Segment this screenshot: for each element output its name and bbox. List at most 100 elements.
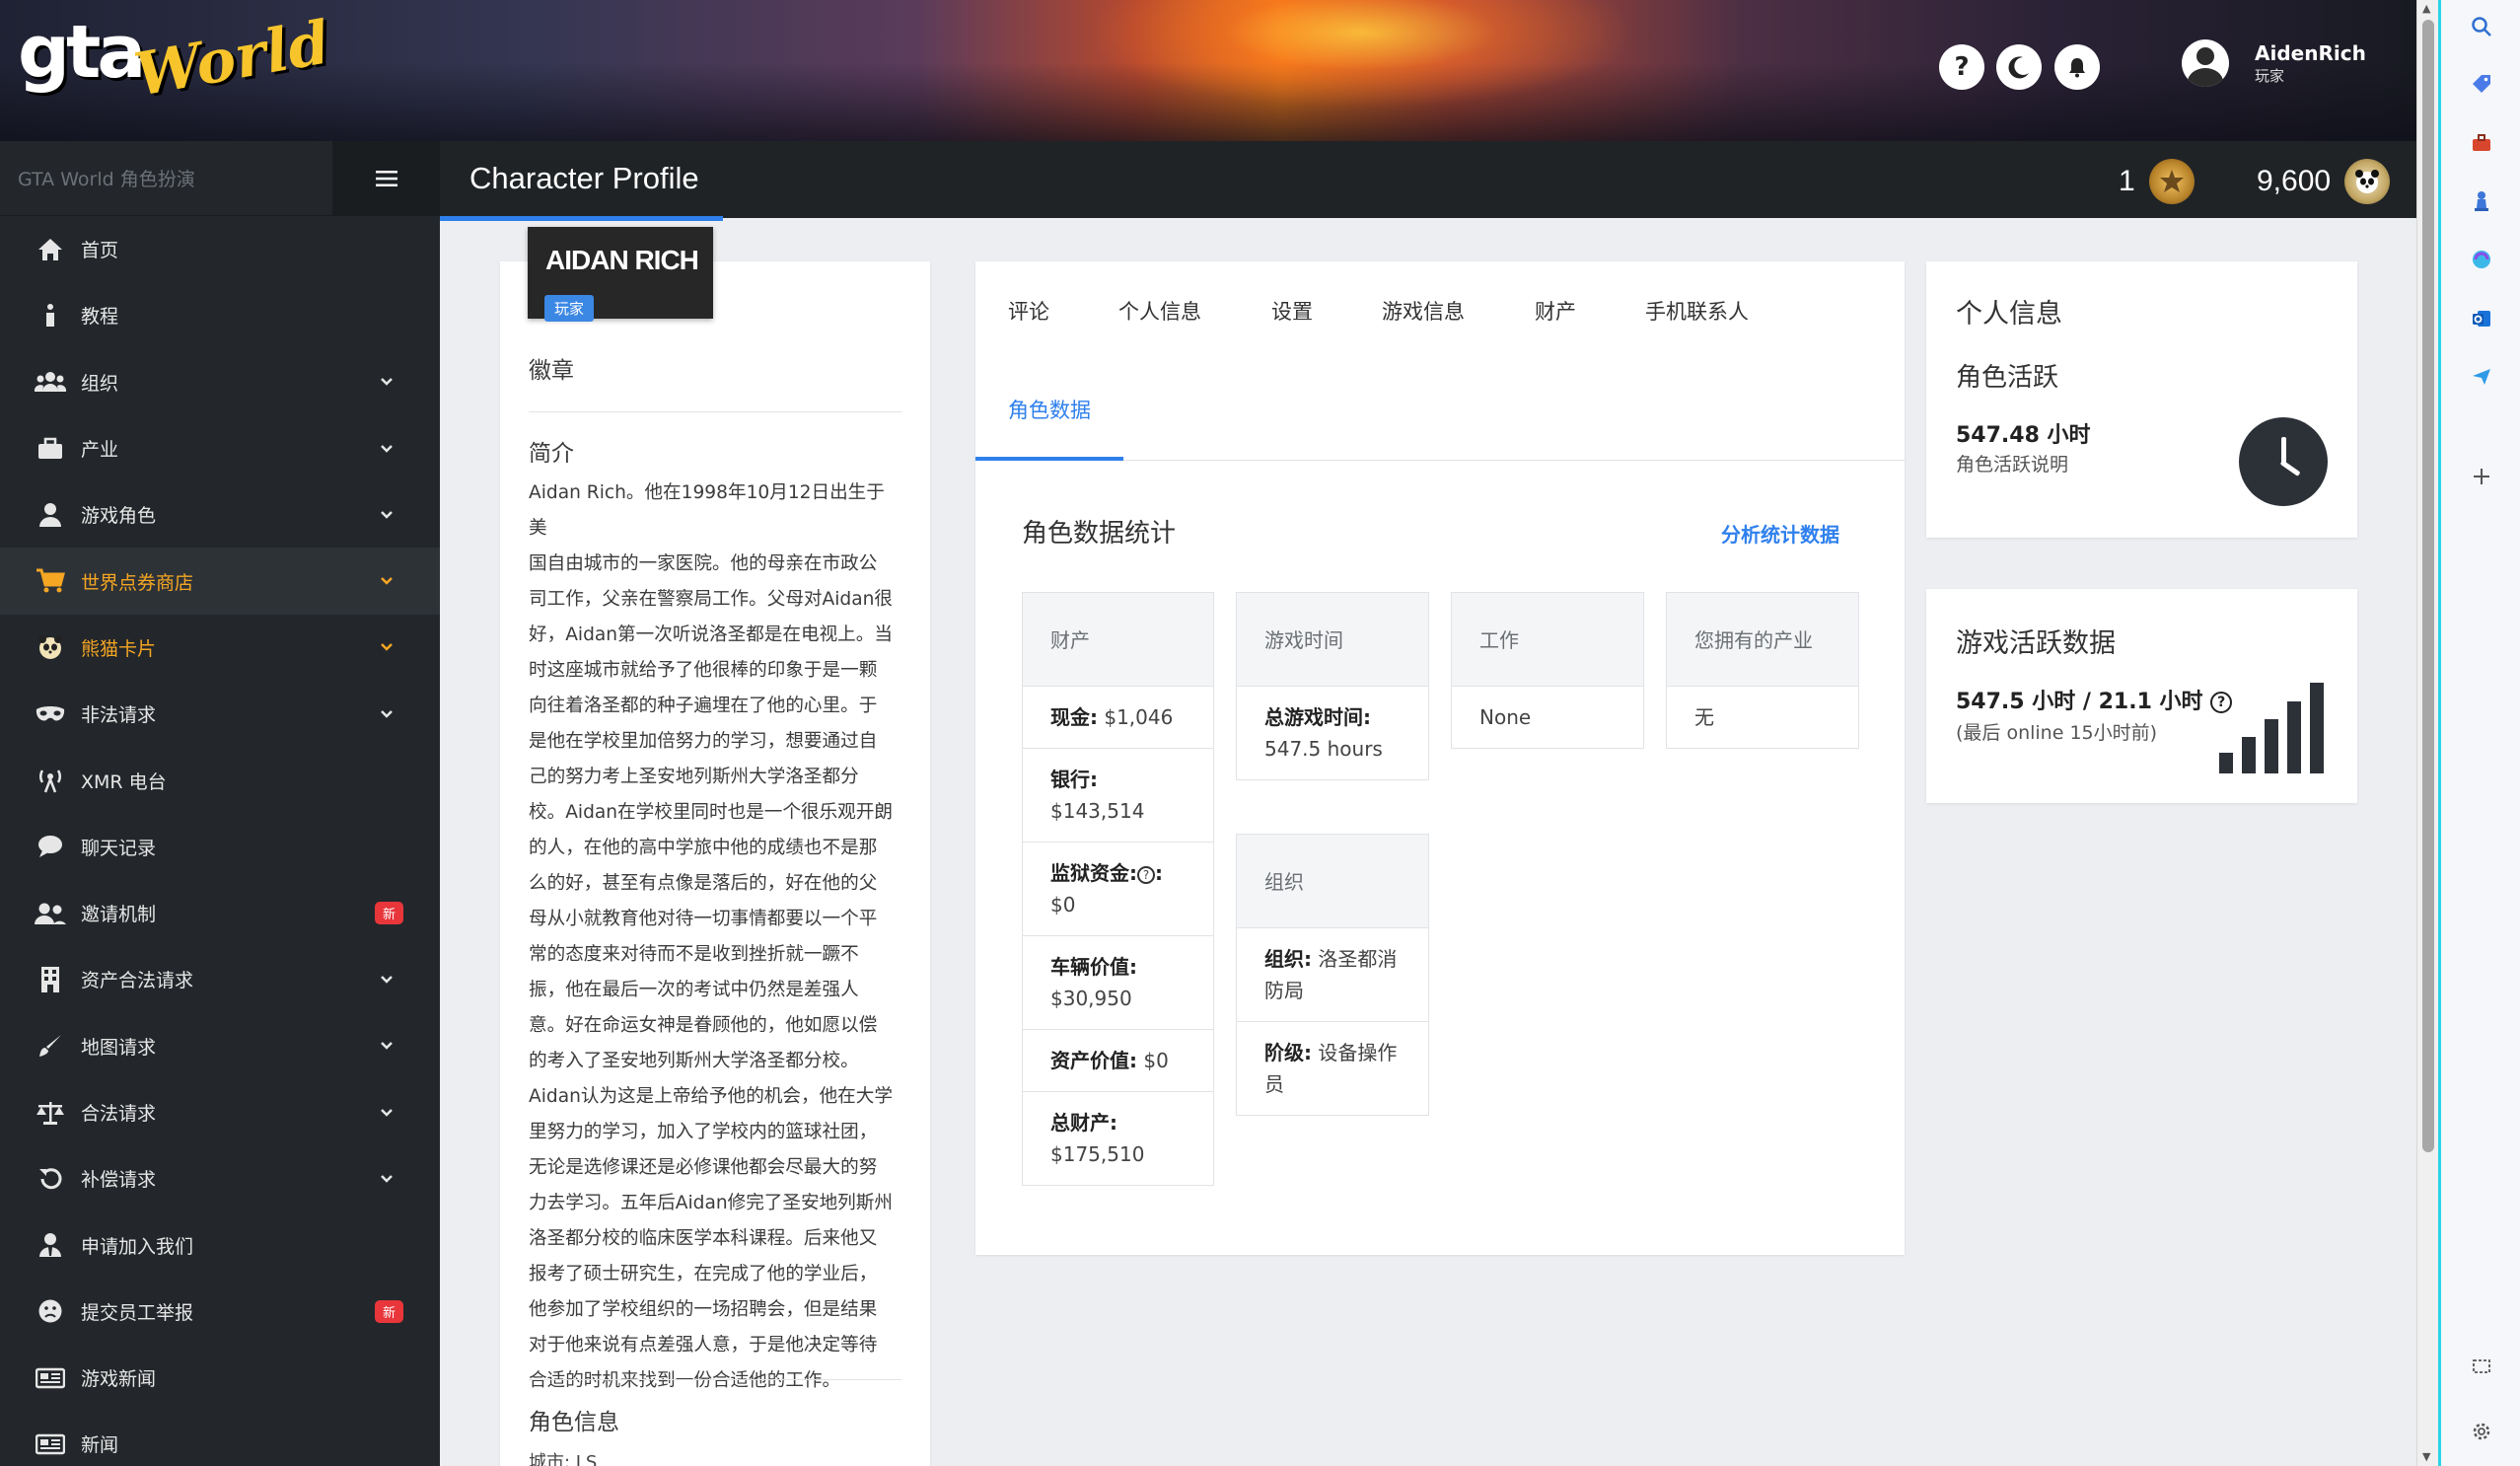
user-menu[interactable]: AidenRich 玩家 [2182, 39, 2366, 87]
sidebar-item[interactable]: 提交员工举报新 [0, 1279, 440, 1345]
settings-gear-icon[interactable] [2467, 1417, 2496, 1446]
tab-settings[interactable]: 设置 [1271, 296, 1313, 326]
outlook-icon[interactable] [2467, 304, 2496, 333]
divider [529, 1379, 901, 1380]
points-stat[interactable]: 9,600 [2257, 159, 2391, 204]
playtime-header: 游戏时间 [1237, 593, 1428, 687]
asset-label: 车辆价值: [1050, 955, 1137, 979]
chat-icon [34, 830, 67, 863]
badges-title: 徽章 [529, 358, 574, 384]
sidebar-item[interactable]: 申请加入我们 [0, 1211, 440, 1278]
playtime-row: 总游戏时间: 547.5 hours [1237, 687, 1428, 779]
sidebar-item-label: 聊天记录 [81, 837, 157, 859]
scrollbar-thumb[interactable] [2422, 20, 2434, 1152]
sidebar-item[interactable]: 游戏角色 [0, 481, 440, 548]
sidebar-item[interactable]: 组织 [0, 349, 440, 415]
tab-game-info[interactable]: 游戏信息 [1382, 296, 1465, 326]
asset-row: 现金: $1,046 [1023, 687, 1213, 749]
activity-hours: 547.48 小时 [1956, 423, 2091, 448]
medal-count: 1 [2119, 165, 2135, 197]
bio-line: 合适的时机来找到一份合适他的工作。 [529, 1370, 841, 1391]
sidebar-item[interactable]: 聊天记录 [0, 814, 440, 880]
sidebar-item[interactable]: 首页 [0, 216, 440, 282]
tab-phone-contacts[interactable]: 手机联系人 [1645, 296, 1749, 326]
site-logo[interactable]: gta World [18, 8, 335, 110]
sidebar-item[interactable]: 补偿请求 [0, 1145, 440, 1211]
browser-side-panel [2438, 0, 2520, 1466]
bio-text: Aidan Rich。他在1998年10月12日出生于美 国自由城市的一家医院。他… [529, 476, 901, 1399]
user-role: 玩家 [2255, 66, 2285, 85]
building-icon [34, 963, 67, 996]
chevron-down-icon [378, 1104, 396, 1122]
cart-icon [34, 564, 67, 598]
user-name: AidenRich [2255, 40, 2366, 65]
bio-line: 么的好，甚至有点像是落后的，好在他的父 [529, 873, 878, 894]
sidebar-item[interactable]: 非法请求 [0, 681, 440, 747]
sidebar-item[interactable]: 世界点券商店 [0, 548, 440, 615]
bio-line: 司工作，父亲在警察局工作。父母对Aidan很 [529, 589, 893, 610]
bio-line: 向往着洛圣都的种子遍埋在了他的心里。于 [529, 696, 878, 716]
tab-character-data[interactable]: 角色数据 [1008, 395, 1091, 424]
header-banner: gta World ? AidenRich 玩家 [0, 0, 2416, 141]
tag-icon[interactable] [2467, 69, 2496, 99]
activity-description: 角色活跃说明 [1956, 454, 2069, 476]
moon-icon [2008, 56, 2029, 79]
help-circle-icon[interactable]: ? [1137, 865, 1155, 884]
chevron-down-icon [378, 572, 396, 590]
page-scrollbar[interactable]: ▲ ▼ [2416, 0, 2438, 1466]
panda-icon [34, 630, 67, 664]
sidebar-item[interactable]: 地图请求 [0, 1013, 440, 1079]
bio-line: 国自由城市的一家医院。他的母亲在市政公 [529, 553, 878, 574]
bio-line: 的人，在他的高中学旅中他的成绩也不是那 [529, 838, 878, 858]
character-info-title: 角色信息 [529, 1410, 619, 1435]
notifications-button[interactable] [2054, 44, 2100, 90]
bio-line: 校。Aidan在学校里同时也是一个很乐观开朗 [529, 802, 893, 823]
sidebar-item[interactable]: 游戏新闻 [0, 1345, 440, 1411]
properties-box: 您拥有的产业 无 [1666, 592, 1859, 749]
sidebar-toggle-button[interactable] [332, 140, 440, 216]
last-online-note: (最后 online 15小时前) [1956, 722, 2158, 744]
sidebar-item[interactable]: 产业 [0, 415, 440, 481]
sidebar-item[interactable]: 邀请机制新 [0, 880, 440, 946]
chess-icon[interactable] [2467, 186, 2496, 216]
screenshot-icon[interactable] [2467, 1352, 2496, 1381]
bio-line: 意。好在命运女神是眷顾他的，他如愿以偿 [529, 1015, 878, 1036]
rank-row: 阶级: 设备操作员 [1237, 1022, 1428, 1115]
sidebar-item[interactable]: 熊猫卡片 [0, 615, 440, 681]
job-box: 工作 None [1451, 592, 1644, 749]
sidebar-item[interactable]: 新闻 [0, 1411, 440, 1466]
chevron-down-icon [378, 1170, 396, 1188]
dark-mode-button[interactable] [1996, 44, 2042, 90]
sidebar-item[interactable]: 教程 [0, 282, 440, 348]
antenna-icon [34, 764, 67, 797]
info-icon [34, 299, 67, 332]
tab-property[interactable]: 财产 [1535, 296, 1576, 326]
search-icon[interactable] [2467, 12, 2496, 41]
tab-comments[interactable]: 评论 [1008, 296, 1049, 326]
toolbox-icon[interactable] [2467, 128, 2496, 158]
sidebar-item[interactable]: XMR 电台 [0, 747, 440, 813]
frown-icon [34, 1294, 67, 1328]
newspaper-icon [34, 1361, 67, 1395]
help-button[interactable]: ? [1939, 44, 1984, 90]
sidebar-item[interactable]: 资产合法请求 [0, 946, 440, 1012]
hamburger-icon [375, 170, 397, 186]
question-icon: ? [1954, 52, 1970, 82]
tab-personal-info[interactable]: 个人信息 [1118, 296, 1201, 326]
medal-stat[interactable]: 1 [2119, 159, 2195, 204]
newspaper-icon [34, 1428, 67, 1461]
add-icon[interactable] [2467, 462, 2496, 491]
copilot-icon[interactable] [2467, 245, 2496, 274]
sidebar-item-label: 教程 [81, 306, 119, 329]
asset-value: $30,950 [1050, 987, 1132, 1010]
send-icon[interactable] [2467, 362, 2496, 392]
game-activity-title: 游戏活跃数据 [1956, 628, 2116, 659]
new-badge: 新 [375, 1299, 404, 1323]
sidebar-item[interactable]: 合法请求 [0, 1079, 440, 1145]
game-activity-hours: 547.5 小时 / 21.1 小时 ? [1956, 684, 2233, 715]
asset-label: 总财产: [1050, 1111, 1117, 1135]
brush-icon [34, 1029, 67, 1063]
analyze-stats-link[interactable]: 分析统计数据 [1721, 519, 1839, 548]
bio-line: 无论是选修课还是必修课他都会尽最大的努 [529, 1157, 878, 1178]
help-circle-icon[interactable]: ? [2210, 692, 2233, 713]
